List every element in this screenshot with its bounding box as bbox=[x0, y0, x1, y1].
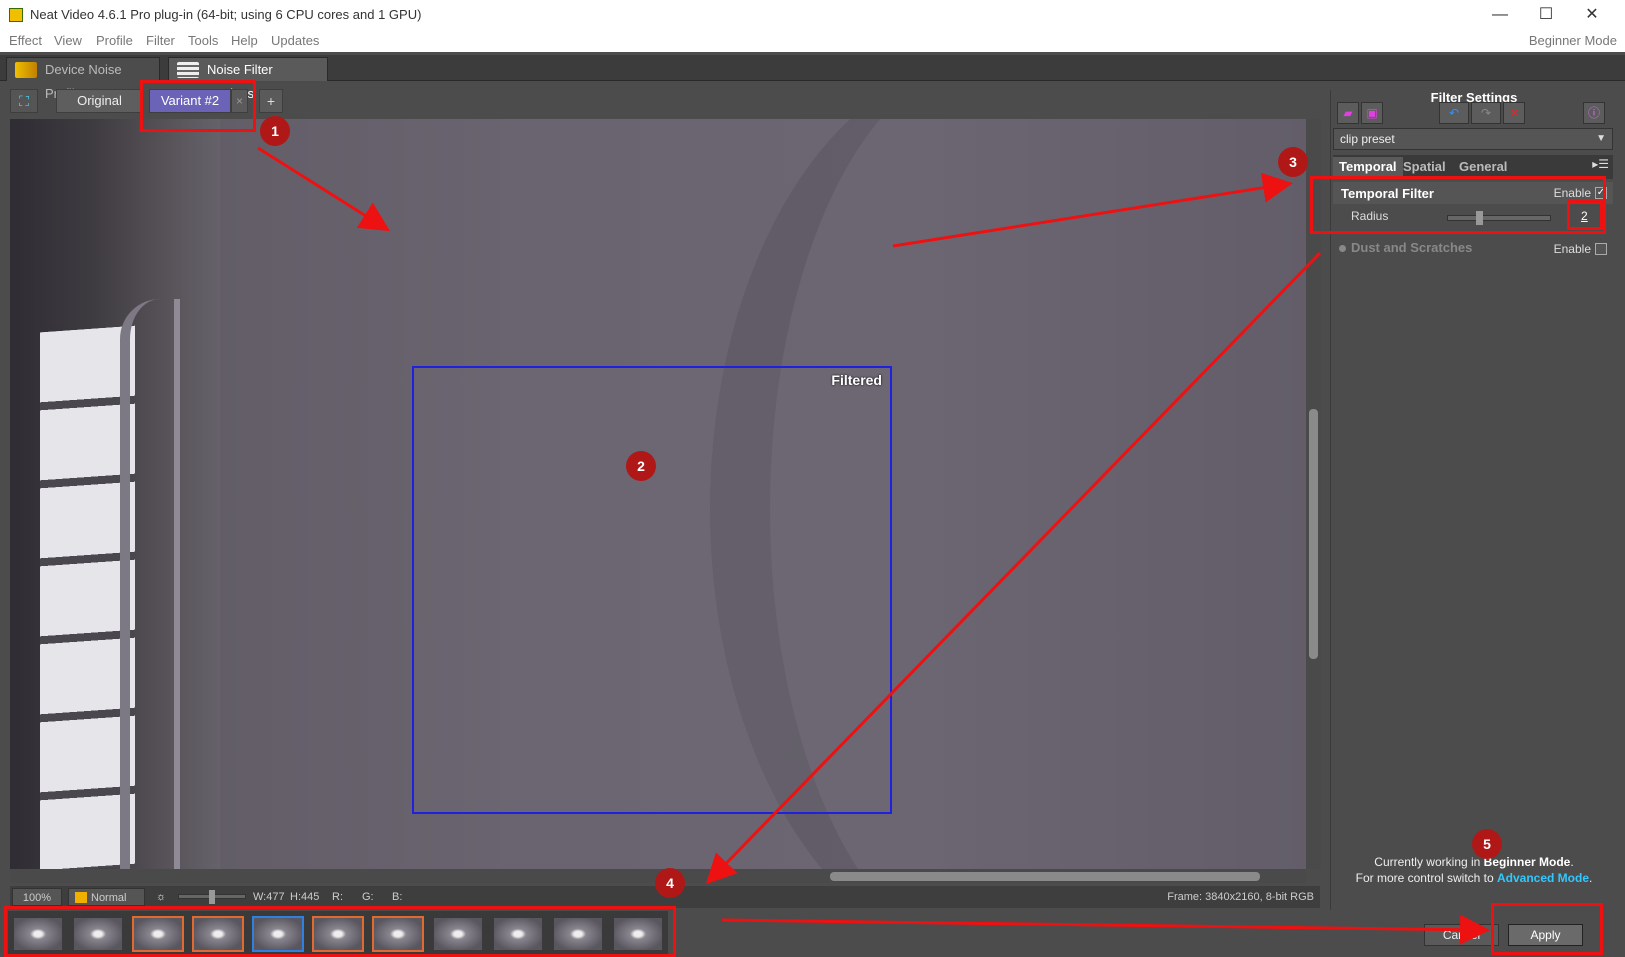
menu-profile[interactable]: Profile bbox=[96, 33, 133, 48]
mode-message: Currently working in Beginner Mode. For … bbox=[1331, 854, 1617, 886]
pixel-b: B: bbox=[392, 891, 403, 903]
close-button[interactable]: ✕ bbox=[1569, 0, 1615, 30]
save-preset-icon[interactable]: ▣ bbox=[1361, 102, 1383, 124]
variant-original-button[interactable]: Original bbox=[56, 89, 143, 113]
menu-help[interactable]: Help bbox=[231, 33, 258, 48]
open-preset-icon[interactable]: ▰ bbox=[1337, 102, 1359, 124]
menu-tools[interactable]: Tools bbox=[188, 33, 218, 48]
frame-info: Frame: 3840x2160, 8-bit RGB bbox=[1167, 891, 1314, 903]
neat-video-window: Neat Video 4.6.1 Pro plug-in (64-bit; us… bbox=[0, 0, 1625, 957]
annotation-number-1: 1 bbox=[260, 116, 290, 146]
brightness-icon[interactable]: ☼ bbox=[152, 888, 170, 906]
tab-general[interactable]: General bbox=[1453, 157, 1513, 177]
window-title: Neat Video 4.6.1 Pro plug-in (64-bit; us… bbox=[30, 7, 422, 22]
title-bar: Neat Video 4.6.1 Pro plug-in (64-bit; us… bbox=[0, 0, 1625, 30]
brightness-slider[interactable] bbox=[178, 890, 246, 904]
main-tabs: Device Noise Profile Noise Filter Settin… bbox=[0, 55, 1625, 101]
selection-height: H:445 bbox=[290, 891, 320, 903]
annotation-box-4 bbox=[4, 906, 676, 957]
annotation-number-4: 4 bbox=[655, 868, 685, 898]
preset-value: clip preset bbox=[1340, 132, 1395, 146]
menu-updates[interactable]: Updates bbox=[271, 33, 319, 48]
add-variant-icon[interactable]: + bbox=[259, 89, 283, 113]
vertical-scroll-thumb[interactable] bbox=[1309, 409, 1318, 659]
display-mode-select[interactable]: Normal bbox=[68, 888, 145, 906]
filtered-preview-area[interactable]: Filtered bbox=[412, 366, 892, 814]
dust-enable-label: Enable bbox=[1553, 242, 1591, 256]
video-preview[interactable]: Filtered bbox=[10, 119, 1306, 869]
dust-enable-checkbox[interactable] bbox=[1595, 243, 1607, 255]
expand-dot-icon[interactable] bbox=[1339, 245, 1346, 252]
mode-msg-suffix-2: . bbox=[1589, 871, 1593, 885]
menu-bar: Effect View Profile Filter Tools Help Up… bbox=[0, 30, 1625, 52]
display-mode-label: Normal bbox=[91, 892, 127, 904]
annotation-box-1 bbox=[140, 80, 256, 132]
brightness-slider-thumb[interactable] bbox=[209, 890, 215, 904]
preset-dropdown[interactable]: clip preset ▼ bbox=[1333, 128, 1613, 150]
advanced-mode-link[interactable]: Advanced Mode bbox=[1497, 871, 1589, 885]
maximize-button[interactable]: ☐ bbox=[1523, 0, 1569, 30]
arrow-filmstrip-to-apply bbox=[721, 914, 1490, 945]
selection-width: W:477 bbox=[253, 891, 285, 903]
mode-msg-prefix-2: For more control switch to bbox=[1355, 871, 1497, 885]
tab-device-noise-profile[interactable]: Device Noise Profile bbox=[6, 57, 160, 101]
pixel-g: G: bbox=[362, 891, 374, 903]
dust-scratches-label: Dust and Scratches bbox=[1351, 240, 1473, 255]
annotation-box-3-value bbox=[1567, 200, 1603, 230]
cancel-button[interactable]: Cancel bbox=[1424, 924, 1499, 946]
undo-icon[interactable]: ↶ bbox=[1439, 102, 1469, 124]
mode-indicator[interactable]: Beginner Mode bbox=[1529, 33, 1617, 48]
reset-icon[interactable]: ✕ bbox=[1503, 102, 1525, 124]
preview-window-frame bbox=[120, 299, 180, 869]
mode-msg-mode: Beginner Mode bbox=[1483, 855, 1571, 869]
tabs-menu-icon[interactable]: ▸☰ bbox=[1592, 157, 1609, 171]
chevron-down-icon: ▼ bbox=[1596, 133, 1606, 144]
redo-icon[interactable]: ↷ bbox=[1471, 102, 1501, 124]
app-icon bbox=[9, 8, 23, 22]
mode-msg-suffix: . bbox=[1570, 855, 1574, 869]
zoom-level-select[interactable]: 100% bbox=[12, 888, 62, 906]
menu-view[interactable]: View bbox=[54, 33, 82, 48]
sliders-icon bbox=[177, 62, 199, 78]
info-icon[interactable]: ⓘ bbox=[1583, 102, 1605, 124]
zoom-fit-icon[interactable]: ⛶ bbox=[10, 89, 38, 113]
annotation-number-2: 2 bbox=[626, 451, 656, 481]
display-mode-swatch bbox=[75, 892, 87, 903]
profile-icon bbox=[15, 62, 37, 78]
tab-temporal[interactable]: Temporal bbox=[1333, 157, 1403, 177]
annotation-number-5: 5 bbox=[1472, 829, 1502, 859]
horizontal-scroll-thumb[interactable] bbox=[830, 872, 1260, 881]
annotation-number-3: 3 bbox=[1278, 147, 1308, 177]
mode-msg-prefix: Currently working in bbox=[1374, 855, 1484, 869]
minimize-button[interactable]: — bbox=[1477, 0, 1523, 30]
filtered-label: Filtered bbox=[831, 372, 882, 388]
dust-scratches-row: Dust and Scratches Enable bbox=[1333, 238, 1613, 258]
menu-effect[interactable]: Effect bbox=[9, 33, 42, 48]
tab-noise-filter-settings[interactable]: Noise Filter Settings bbox=[168, 57, 328, 101]
annotation-box-5 bbox=[1491, 903, 1603, 955]
tab-spatial[interactable]: Spatial bbox=[1397, 157, 1452, 177]
menu-filter[interactable]: Filter bbox=[146, 33, 175, 48]
annotation-box-3 bbox=[1310, 176, 1606, 234]
pixel-r: R: bbox=[332, 891, 343, 903]
